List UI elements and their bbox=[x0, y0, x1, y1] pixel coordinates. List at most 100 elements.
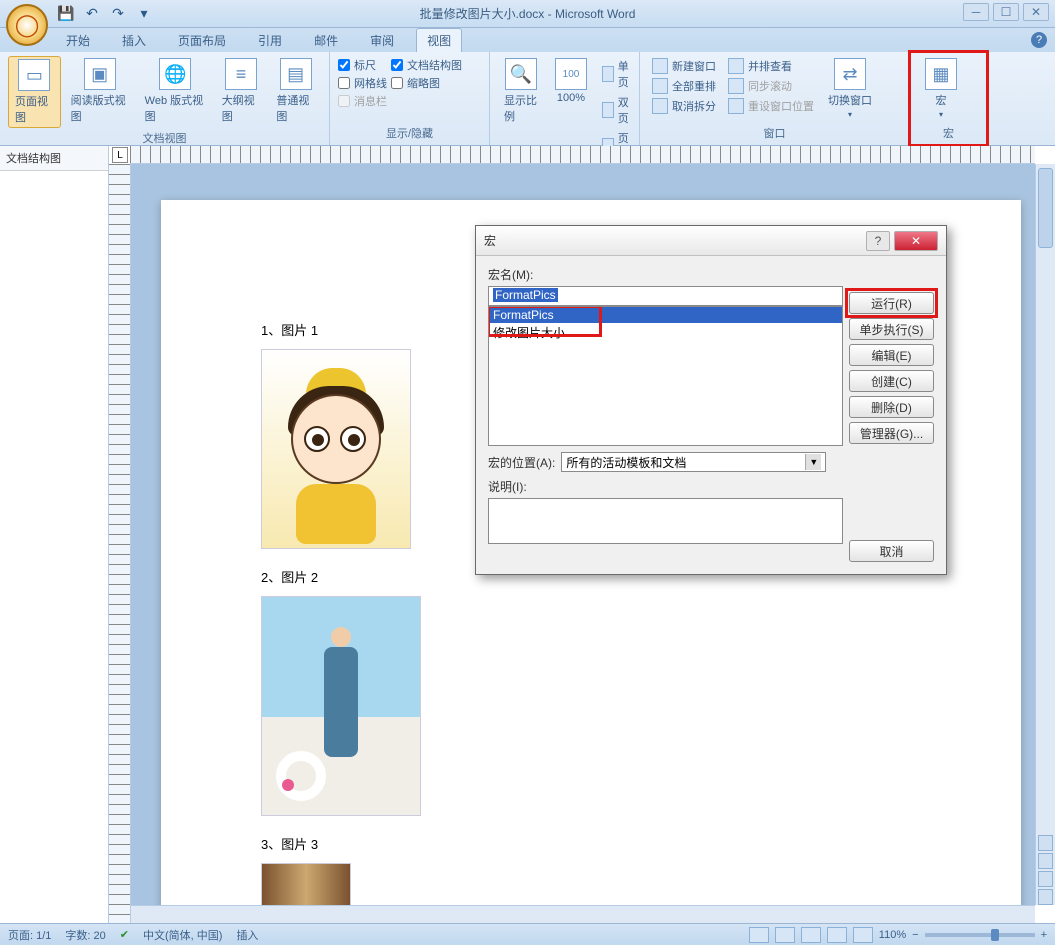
dialog-titlebar[interactable]: 宏 ? ✕ bbox=[476, 226, 946, 256]
macro-location-select[interactable]: 所有的活动模板和文档▼ bbox=[561, 452, 826, 472]
ruler-corner[interactable]: L bbox=[112, 147, 128, 163]
status-proof-icon[interactable]: ✔ bbox=[120, 928, 129, 941]
zoom-100-button[interactable]: 100100% bbox=[548, 56, 594, 106]
print-layout-view-icon[interactable] bbox=[749, 927, 769, 943]
zoom-button[interactable]: 🔍显示比例 bbox=[498, 56, 544, 126]
next-page-button[interactable] bbox=[1038, 871, 1053, 887]
reading-view-icon: ▣ bbox=[84, 58, 116, 90]
image-1[interactable] bbox=[261, 349, 411, 549]
tab-reference[interactable]: 引用 bbox=[248, 29, 292, 52]
web-view-button[interactable]: 🌐Web 版式视图 bbox=[139, 56, 212, 126]
status-bar: 页面: 1/1 字数: 20 ✔ 中文(简体, 中国) 插入 110% − + bbox=[0, 923, 1055, 945]
status-mode[interactable]: 插入 bbox=[236, 927, 258, 943]
title-bar: ◯ 💾 ↶ ↷ ▾ 批量修改图片大小.docx - Microsoft Word… bbox=[0, 0, 1055, 28]
outline-view-button[interactable]: ≡大纲视图 bbox=[216, 56, 267, 126]
normal-view-button[interactable]: ▤普通视图 bbox=[270, 56, 321, 126]
browse-object-button[interactable] bbox=[1038, 853, 1053, 869]
horizontal-ruler[interactable] bbox=[130, 146, 1035, 164]
macro-name-input[interactable]: FormatPics bbox=[488, 286, 843, 306]
window-group-label: 窗口 bbox=[648, 123, 901, 143]
horizontal-scrollbar[interactable] bbox=[131, 905, 1035, 923]
macro-list[interactable]: FormatPics 修改图片大小 bbox=[488, 306, 843, 446]
two-page-button[interactable]: 双页 bbox=[598, 92, 637, 128]
thumbnails-checkbox[interactable]: 缩略图 bbox=[391, 74, 462, 92]
zoom-in-button[interactable]: + bbox=[1041, 929, 1047, 941]
tab-insert[interactable]: 插入 bbox=[112, 29, 156, 52]
tab-view[interactable]: 视图 bbox=[416, 28, 462, 52]
scroll-down-button[interactable] bbox=[1038, 889, 1053, 905]
one-page-button[interactable]: 单页 bbox=[598, 56, 637, 92]
reset-position-button: 重设窗口位置 bbox=[724, 96, 818, 116]
tab-mail[interactable]: 邮件 bbox=[304, 29, 348, 52]
scrollbar-thumb[interactable] bbox=[1038, 168, 1053, 248]
macro-dialog: 宏 ? ✕ 宏名(M): FormatPics FormatPics 修改图片大… bbox=[475, 225, 947, 575]
tab-review[interactable]: 审阅 bbox=[360, 29, 404, 52]
full-screen-view-icon[interactable] bbox=[775, 927, 795, 943]
dialog-help-button[interactable]: ? bbox=[866, 231, 890, 251]
docmap-checkbox[interactable]: 文档结构图 bbox=[391, 56, 462, 74]
office-button[interactable]: ◯ bbox=[6, 4, 48, 46]
reading-view-button[interactable]: ▣阅读版式视图 bbox=[65, 56, 135, 126]
two-page-icon bbox=[602, 102, 614, 118]
cancel-split-button[interactable]: 取消拆分 bbox=[648, 96, 720, 116]
views-group-label: 文档视图 bbox=[8, 128, 321, 148]
side-by-side-button[interactable]: 并排查看 bbox=[724, 56, 818, 76]
macro-desc-textarea[interactable] bbox=[488, 498, 843, 544]
organizer-button[interactable]: 管理器(G)... bbox=[849, 422, 934, 444]
arrange-all-icon bbox=[652, 78, 668, 94]
edit-button[interactable]: 编辑(E) bbox=[849, 344, 934, 366]
page-view-button[interactable]: ▭页面视图 bbox=[8, 56, 61, 128]
page-view-icon: ▭ bbox=[18, 59, 50, 91]
vertical-ruler[interactable] bbox=[109, 164, 131, 923]
image-3[interactable] bbox=[261, 863, 351, 909]
undo-icon[interactable]: ↶ bbox=[82, 4, 102, 24]
ruler-checkbox[interactable]: 标尺 bbox=[338, 56, 387, 74]
arrange-all-button[interactable]: 全部重排 bbox=[648, 76, 720, 96]
help-icon[interactable]: ? bbox=[1031, 32, 1047, 48]
status-language[interactable]: 中文(简体, 中国) bbox=[143, 927, 222, 943]
dialog-close-button[interactable]: ✕ bbox=[894, 231, 938, 251]
sync-scroll-button: 同步滚动 bbox=[724, 76, 818, 96]
delete-button[interactable]: 删除(D) bbox=[849, 396, 934, 418]
qat-more-icon[interactable]: ▾ bbox=[134, 4, 154, 24]
dialog-title: 宏 bbox=[484, 232, 496, 249]
switch-window-button[interactable]: ⇄切换窗口▾ bbox=[822, 56, 878, 121]
new-window-button[interactable]: 新建窗口 bbox=[648, 56, 720, 76]
outline-view-icon: ≡ bbox=[225, 58, 257, 90]
close-button[interactable]: ✕ bbox=[1023, 3, 1049, 21]
quick-access-toolbar: 💾 ↶ ↷ ▾ bbox=[56, 4, 154, 24]
zoom-icon: 🔍 bbox=[505, 58, 537, 90]
zoom-100-icon: 100 bbox=[555, 58, 587, 90]
status-words[interactable]: 字数: 20 bbox=[65, 927, 105, 943]
create-button[interactable]: 创建(C) bbox=[849, 370, 934, 392]
normal-view-icon: ▤ bbox=[280, 58, 312, 90]
save-icon[interactable]: 💾 bbox=[56, 4, 76, 24]
prev-page-button[interactable] bbox=[1038, 835, 1053, 851]
macro-name-label: 宏名(M): bbox=[488, 266, 934, 283]
document-map-panel[interactable]: 文档结构图 bbox=[0, 146, 109, 923]
doc-line-3: 3、图片 3 bbox=[261, 834, 921, 853]
web-view-icon: 🌐 bbox=[159, 58, 191, 90]
zoom-out-button[interactable]: − bbox=[912, 929, 918, 941]
web-layout-view-icon[interactable] bbox=[801, 927, 821, 943]
window-title: 批量修改图片大小.docx - Microsoft Word bbox=[420, 5, 636, 22]
tab-layout[interactable]: 页面布局 bbox=[168, 29, 236, 52]
redo-icon[interactable]: ↷ bbox=[108, 4, 128, 24]
draft-view-icon[interactable] bbox=[853, 927, 873, 943]
sync-scroll-icon bbox=[728, 78, 744, 94]
step-button[interactable]: 单步执行(S) bbox=[849, 318, 934, 340]
minimize-button[interactable]: ─ bbox=[963, 3, 989, 21]
vertical-scrollbar[interactable] bbox=[1035, 164, 1055, 905]
zoom-slider[interactable] bbox=[925, 933, 1035, 937]
outline-view-icon[interactable] bbox=[827, 927, 847, 943]
gridlines-checkbox[interactable]: 网格线 bbox=[338, 74, 387, 92]
image-2[interactable] bbox=[261, 596, 421, 816]
messagebar-checkbox: 消息栏 bbox=[338, 92, 387, 110]
status-zoom[interactable]: 110% bbox=[879, 929, 906, 941]
status-page[interactable]: 页面: 1/1 bbox=[8, 927, 51, 943]
maximize-button[interactable]: ☐ bbox=[993, 3, 1019, 21]
chevron-down-icon: ▼ bbox=[805, 454, 821, 470]
cancel-button[interactable]: 取消 bbox=[849, 540, 934, 562]
side-by-side-icon bbox=[728, 58, 744, 74]
tab-home[interactable]: 开始 bbox=[56, 29, 100, 52]
